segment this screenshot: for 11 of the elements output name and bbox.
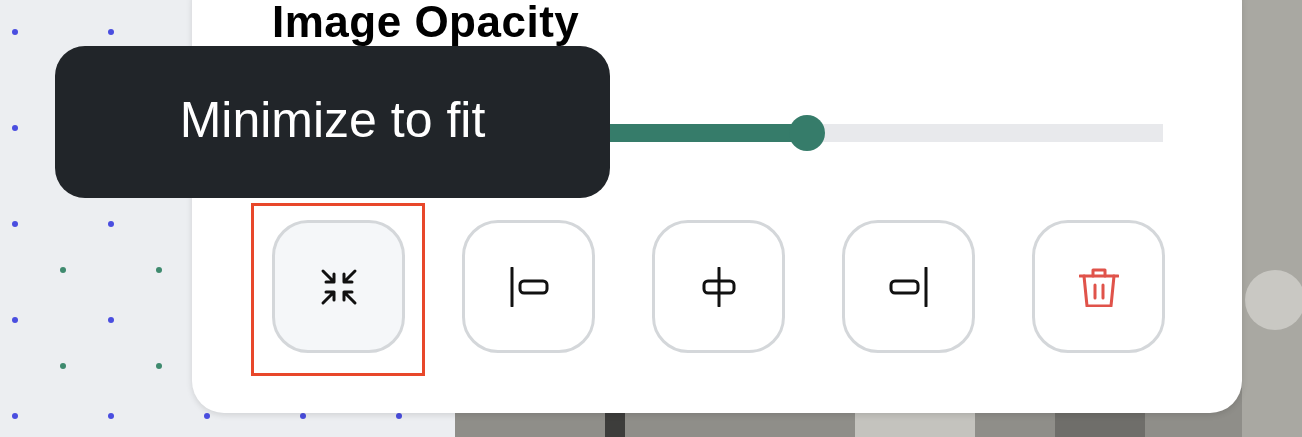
- align-right-icon: [888, 266, 929, 307]
- tool-button[interactable]: [272, 220, 405, 353]
- panel-title: Image Opacity: [272, 0, 581, 44]
- slider-thumb[interactable]: [788, 115, 825, 151]
- tool-button[interactable]: [462, 220, 595, 353]
- trash-icon: [1078, 266, 1119, 307]
- tool-button[interactable]: [652, 220, 785, 353]
- align-left-icon: [508, 266, 549, 307]
- tooltip: Minimize to fit: [55, 46, 610, 198]
- delete-button[interactable]: [1032, 220, 1165, 353]
- tool-button[interactable]: [842, 220, 975, 353]
